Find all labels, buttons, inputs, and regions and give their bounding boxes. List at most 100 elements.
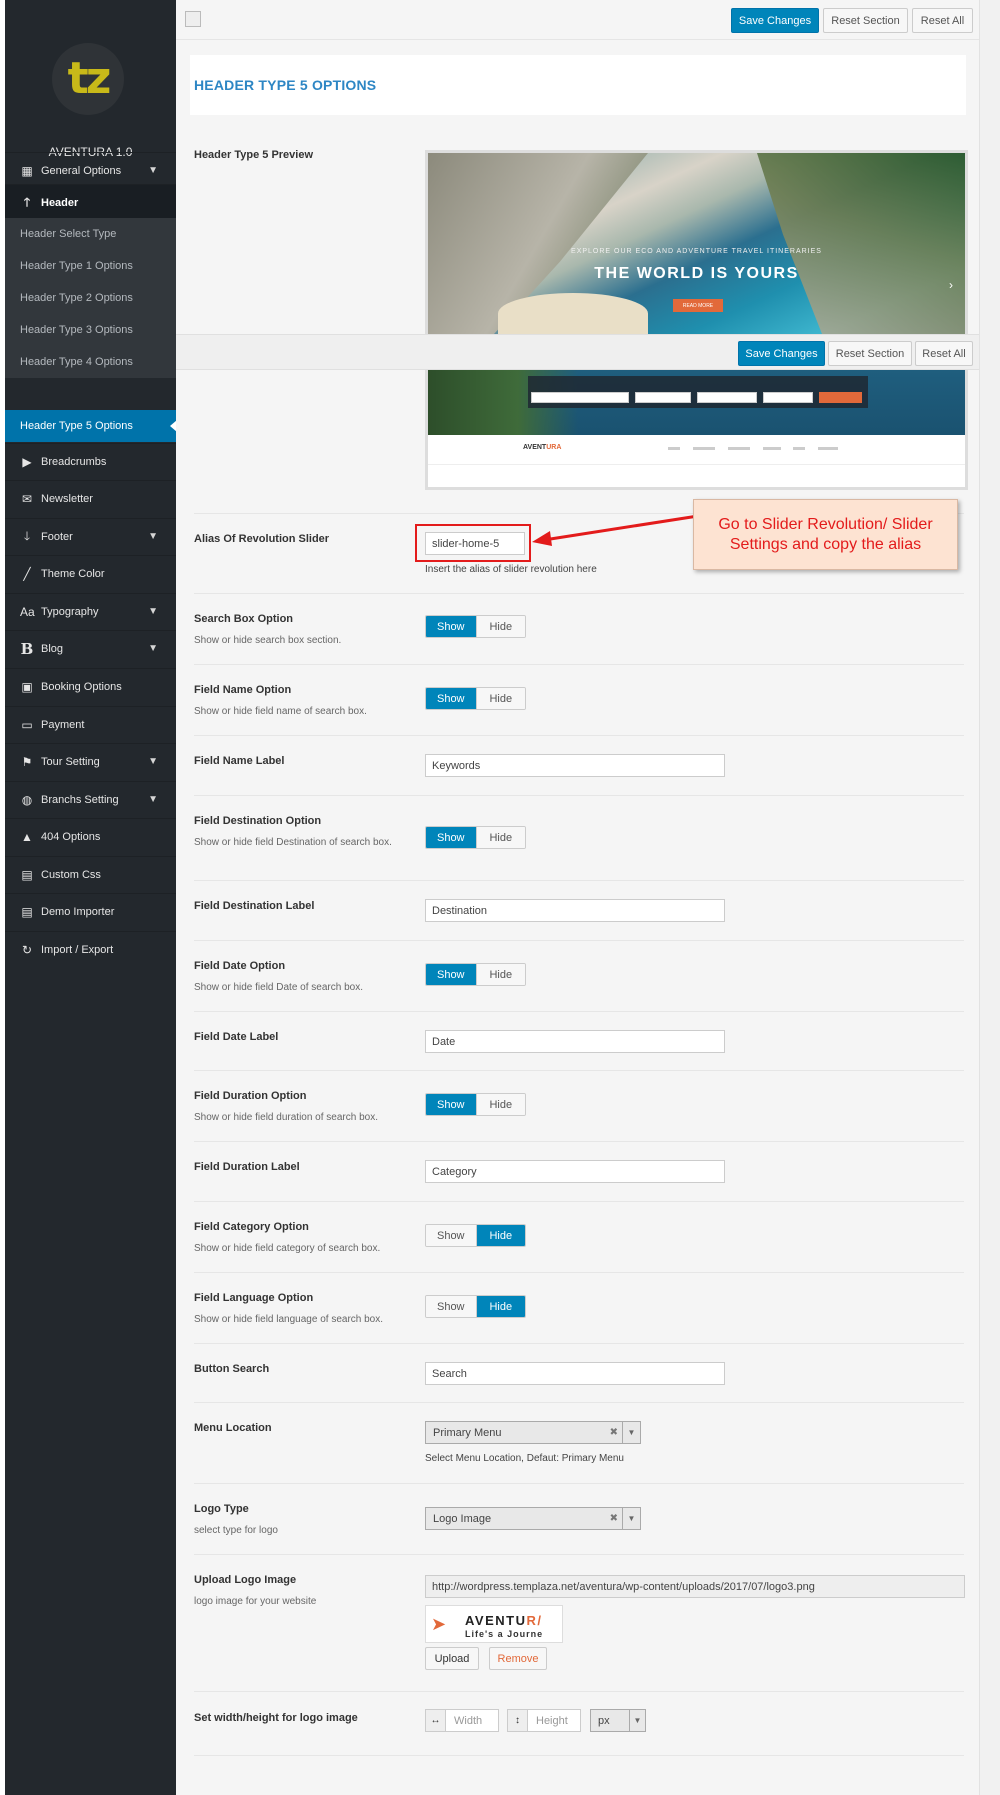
show-button[interactable]: Show [426, 964, 476, 985]
hide-button[interactable]: Hide [475, 1094, 525, 1115]
sub-header-type-5[interactable]: Header Type 5 Options [5, 410, 177, 442]
show-button[interactable]: Show [426, 827, 476, 848]
show-button[interactable]: Show [426, 1225, 476, 1246]
alias-highlight-box [415, 524, 531, 562]
show-button[interactable]: Show [426, 1296, 476, 1317]
sub-header-type-1[interactable]: Header Type 1 Options [5, 250, 176, 282]
sub-header-type-3[interactable]: Header Type 3 Options [5, 314, 176, 346]
nav-demo-importer[interactable]: ▤ Demo Importer [5, 893, 176, 930]
field-category-toggle: Show Hide [425, 1224, 526, 1247]
refresh-icon: ↻ [21, 943, 33, 957]
logo-url-field[interactable]: http://wordpress.templaza.net/aventura/w… [425, 1575, 965, 1598]
chevron-down-icon[interactable]: ▼ [622, 1422, 640, 1443]
nav-404-options[interactable]: ▲ 404 Options [5, 818, 176, 855]
chevron-down-icon: ▼ [148, 643, 158, 654]
panel-toggle-icon[interactable] [185, 11, 201, 27]
remove-button[interactable]: Remove [489, 1647, 547, 1670]
preview-navbar: AVENTURA [428, 435, 965, 465]
chevron-down-icon: ▼ [148, 756, 158, 767]
field-name-desc: Show or hide field name of search box. [194, 706, 367, 717]
field-dest-label-label: Field Destination Label [194, 900, 315, 912]
field-date-label-input[interactable]: Date [425, 1030, 725, 1053]
field-date-desc: Show or hide field Date of search box. [194, 982, 363, 993]
css-icon: ▤ [21, 868, 33, 882]
upload-button[interactable]: Upload [425, 1647, 479, 1670]
sticky-reset-all-button[interactable]: Reset All [915, 341, 973, 366]
chevron-down-icon: ▼ [148, 794, 158, 805]
nav-blog[interactable]: B Blog ▼ [5, 630, 176, 667]
hide-button[interactable]: Hide [475, 964, 525, 985]
nav-newsletter[interactable]: ✉ Newsletter [5, 480, 176, 517]
hide-button[interactable]: Hide [475, 827, 525, 848]
sticky-reset-section-button[interactable]: Reset Section [828, 341, 912, 366]
hide-button[interactable]: Hide [475, 1296, 525, 1317]
nav-typography[interactable]: Aa Typography ▼ [5, 593, 176, 630]
nav-header[interactable]: 🡑 Header [5, 184, 176, 221]
chevron-down-icon: ▼ [148, 165, 158, 176]
globe-icon: ◍ [21, 793, 33, 807]
field-duration-label-input[interactable]: Category [425, 1160, 725, 1183]
reset-all-button[interactable]: Reset All [912, 8, 973, 33]
sub-header-type-4[interactable]: Header Type 4 Options [5, 346, 176, 378]
font-icon: Aa [20, 605, 35, 619]
grid-icon: ▦ [21, 164, 33, 178]
show-button[interactable]: Show [426, 1094, 476, 1115]
arrow-up-icon: 🡑 [23, 194, 31, 209]
flag-icon: ⚑ [21, 755, 33, 769]
preview-hero-title: THE WORLD IS YOURS [594, 265, 799, 282]
button-search-input[interactable]: Search [425, 1362, 725, 1385]
envelope-icon: ✉ [21, 492, 33, 506]
logo-unit-select[interactable]: px ▼ [590, 1709, 646, 1732]
nav-custom-css[interactable]: ▤ Custom Css [5, 856, 176, 893]
nav-tour-setting[interactable]: ⚑ Tour Setting ▼ [5, 743, 176, 780]
nav-breadcrumbs[interactable]: ▶ Breadcrumbs [5, 443, 176, 480]
menu-location-hint: Select Menu Location, Defaut: Primary Me… [425, 1453, 624, 1464]
button-search-label: Button Search [194, 1363, 270, 1375]
importer-icon: ▤ [21, 905, 33, 919]
field-name-label-input[interactable]: Keywords [425, 754, 725, 777]
nav-import-export[interactable]: ↻ Import / Export [5, 931, 176, 968]
nav-payment[interactable]: ▭ Payment [5, 706, 176, 743]
logo-height-field[interactable]: ↕ Height [507, 1709, 581, 1732]
field-date-label: Field Date Option [194, 960, 286, 972]
id-card-icon: ▣ [21, 680, 33, 694]
field-dest-label: Field Destination Option [194, 815, 322, 827]
logo-width-field[interactable]: ↔ Width [425, 1709, 499, 1732]
chevron-down-icon: ▼ [148, 531, 158, 542]
chevron-down-icon[interactable]: ▼ [629, 1710, 645, 1731]
nav-footer[interactable]: 🡓 Footer ▼ [5, 518, 176, 555]
search-box-toggle: Show Hide [425, 615, 526, 638]
hide-button[interactable]: Hide [475, 688, 525, 709]
field-name-label: Field Name Option [194, 684, 292, 696]
field-category-desc: Show or hide field category of search bo… [194, 1243, 381, 1254]
field-dest-toggle: Show Hide [425, 826, 526, 849]
callout-note: Go to Slider Revolution/ Slider Settings… [693, 499, 958, 570]
sub-header-type-2[interactable]: Header Type 2 Options [5, 282, 176, 314]
horizontal-arrows-icon: ↔ [426, 1710, 446, 1731]
field-duration-label: Field Duration Option [194, 1090, 307, 1102]
hide-button[interactable]: Hide [475, 616, 525, 637]
nav-theme-color[interactable]: ╱ Theme Color [5, 555, 176, 592]
nav-booking-options[interactable]: ▣ Booking Options [5, 668, 176, 705]
chevron-down-icon[interactable]: ▼ [622, 1508, 640, 1529]
show-button[interactable]: Show [426, 616, 476, 637]
hide-button[interactable]: Hide [475, 1225, 525, 1246]
alias-label: Alias Of Revolution Slider [194, 533, 330, 545]
show-button[interactable]: Show [426, 688, 476, 709]
sticky-save-changes-button[interactable]: Save Changes [738, 341, 825, 366]
preview-hero-subtitle: EXPLORE OUR ECO AND ADVENTURE TRAVEL ITI… [571, 248, 822, 255]
nav-branchs-setting[interactable]: ◍ Branchs Setting ▼ [5, 781, 176, 818]
logo-thumb-name: AVENTUR/ [465, 1613, 543, 1628]
clear-icon[interactable]: ✖ [610, 1427, 618, 1438]
save-changes-button[interactable]: Save Changes [731, 8, 819, 33]
preview-label: Header Type 5 Preview [194, 149, 314, 161]
vertical-arrows-icon: ↕ [508, 1710, 528, 1731]
reset-section-button[interactable]: Reset Section [823, 8, 908, 33]
field-dest-label-input[interactable]: Destination [425, 899, 725, 922]
clear-icon[interactable]: ✖ [610, 1513, 618, 1524]
preview-logo: AVENTURA [523, 444, 562, 451]
logo-type-select[interactable]: Logo Image ✖ ▼ [425, 1507, 641, 1530]
preview-search-strip [428, 370, 965, 435]
sub-header-select-type[interactable]: Header Select Type [5, 218, 176, 250]
menu-location-select[interactable]: Primary Menu ✖ ▼ [425, 1421, 641, 1444]
